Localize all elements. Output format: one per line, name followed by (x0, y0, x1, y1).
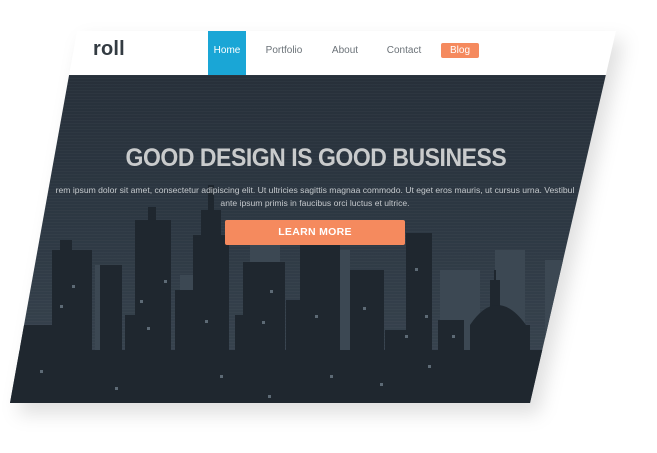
hero-subtext-line-2: ante ipsum primis in faucibus orci luctu… (220, 198, 410, 208)
hero-headline: GOOD DESIGN IS GOOD BUSINESS (125, 144, 507, 172)
hero-subtext-line-1: rem ipsum dolor sit amet, consectetur ad… (55, 185, 575, 195)
site-logo[interactable]: roll (93, 38, 125, 61)
hero-subtext: rem ipsum dolor sit amet, consectetur ad… (30, 184, 600, 210)
learn-more-button[interactable]: LEARN MORE (225, 220, 405, 245)
website-mockup: roll Home Portfolio About Contact Blog G… (10, 31, 616, 403)
nav-home-link[interactable]: Home (208, 31, 246, 75)
nav-about-link[interactable]: About (328, 31, 362, 75)
nav-portfolio-link[interactable]: Portfolio (262, 31, 306, 75)
nav-blog-button[interactable]: Blog (441, 43, 479, 58)
nav-contact-link[interactable]: Contact (384, 31, 424, 75)
